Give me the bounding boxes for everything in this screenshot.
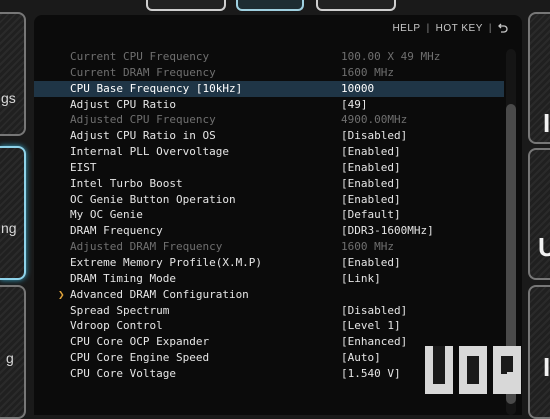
setting-row[interactable]: CPU Base Frequency [10kHz] 10000: [34, 80, 504, 97]
setting-value[interactable]: [49]: [341, 97, 368, 113]
setting-value[interactable]: 10000: [341, 81, 374, 97]
setting-label: Adjust CPU Ratio: [70, 97, 176, 111]
setting-row[interactable]: Vdroop Control [Level 1]: [34, 318, 504, 334]
toolbar-separator: |: [426, 23, 430, 34]
toolbar-separator: |: [488, 23, 492, 34]
setting-label: CPU Base Frequency [10kHz]: [70, 81, 243, 95]
setting-row[interactable]: Spread Spectrum [Disabled]: [34, 303, 504, 319]
setting-value: 4900.00MHz: [341, 113, 408, 127]
setting-value[interactable]: [Enabled]: [341, 192, 401, 208]
setting-value: 100.00 X 49 MHz: [341, 50, 441, 63]
setting-row[interactable]: Intel Turbo Boost [Enabled]: [34, 176, 504, 192]
setting-value[interactable]: [DDR3-1600MHz]: [341, 223, 434, 239]
left-panel-2-label: ng: [1, 220, 17, 236]
setting-label: CPU Core OCP Expander: [70, 335, 210, 349]
setting-value: 1600 MHz: [341, 65, 394, 79]
setting-label: Spread Spectrum: [70, 303, 170, 317]
setting-value[interactable]: [Enabled]: [341, 255, 401, 271]
setting-value[interactable]: [Auto]: [341, 350, 381, 366]
setting-value[interactable]: [Enabled]: [341, 144, 401, 160]
setting-label: DRAM Timing Mode: [70, 271, 176, 285]
top-tab-left[interactable]: [146, 0, 226, 11]
left-panel-3-label: g: [6, 350, 14, 366]
site-logo: [425, 346, 521, 394]
left-menu-panel-2-active[interactable]: [0, 146, 26, 280]
setting-value[interactable]: [Default]: [341, 207, 401, 223]
setting-value[interactable]: [1.540 V]: [341, 366, 401, 382]
hot-key-button[interactable]: HOT KEY: [436, 23, 483, 36]
left-panel-1-label: gs: [1, 90, 16, 106]
setting-value[interactable]: [Disabled]: [341, 128, 407, 144]
right-panel-2-label: U: [538, 232, 550, 262]
setting-label: CPU Core Voltage: [70, 366, 176, 380]
setting-row[interactable]: My OC Genie [Default]: [34, 207, 504, 223]
setting-label: Adjust CPU Ratio in OS: [70, 129, 216, 143]
setting-label: Extreme Memory Profile(X.M.P): [70, 255, 263, 269]
top-tab-right[interactable]: [316, 0, 396, 11]
setting-row[interactable]: DRAM Frequency [DDR3-1600MHz]: [34, 223, 504, 239]
setting-label: DRAM Frequency: [70, 224, 163, 238]
setting-row[interactable]: DRAM Timing Mode [Link]: [34, 271, 504, 287]
right-panel-3-label: I: [543, 352, 550, 382]
setting-value[interactable]: [Enhanced]: [341, 334, 407, 350]
left-menu-panel-1[interactable]: [0, 12, 26, 136]
setting-row[interactable]: Extreme Memory Profile(X.M.P) [Enabled]: [34, 255, 504, 271]
setting-value[interactable]: [Enabled]: [341, 160, 401, 176]
setting-row[interactable]: Adjust CPU Ratio [49]: [34, 97, 504, 113]
setting-row[interactable]: OC Genie Button Operation [Enabled]: [34, 192, 504, 208]
setting-row[interactable]: Internal PLL Overvoltage [Enabled]: [34, 144, 504, 160]
setting-value: 1600 MHz: [341, 240, 394, 254]
submenu-arrow-icon: ❯: [58, 287, 65, 301]
submenu-row[interactable]: ❯ Advanced DRAM Configuration: [34, 287, 504, 303]
setting-label: Vdroop Control: [70, 319, 163, 333]
setting-label: EIST: [70, 160, 97, 174]
setting-label: Intel Turbo Boost: [70, 176, 183, 190]
setting-row[interactable]: EIST [Enabled]: [34, 160, 504, 176]
setting-label: OC Genie Button Operation: [70, 192, 236, 206]
setting-row: Current DRAM Frequency 1600 MHz: [34, 65, 504, 81]
setting-row: Adjusted DRAM Frequency 1600 MHz: [34, 239, 504, 255]
setting-label: Adjusted CPU Frequency: [70, 113, 216, 127]
setting-label: Current CPU Frequency: [70, 50, 210, 63]
settings-list: Current CPU Frequency 100.00 X 49 MHz Curr…: [34, 49, 504, 382]
help-button[interactable]: HELP: [392, 23, 420, 36]
top-tab-active[interactable]: [236, 0, 304, 11]
setting-row[interactable]: Adjust CPU Ratio in OS [Disabled]: [34, 128, 504, 144]
setting-value[interactable]: [Link]: [341, 271, 381, 287]
back-arrow-icon[interactable]: [498, 23, 508, 36]
setting-value[interactable]: [Enabled]: [341, 176, 401, 192]
right-panel-1-label: I: [543, 108, 550, 138]
setting-value[interactable]: [Disabled]: [341, 303, 407, 319]
setting-label: Current DRAM Frequency: [70, 65, 216, 79]
setting-label: Internal PLL Overvoltage: [70, 145, 229, 159]
setting-label: Adjusted DRAM Frequency: [70, 240, 223, 254]
setting-row: Adjusted CPU Frequency 4900.00MHz: [34, 112, 504, 128]
setting-label: Advanced DRAM Configuration: [70, 287, 249, 301]
setting-row: Current CPU Frequency 100.00 X 49 MHz: [34, 49, 504, 65]
setting-label: My OC Genie: [70, 208, 143, 222]
setting-label: CPU Core Engine Speed: [70, 351, 210, 365]
setting-value[interactable]: [Level 1]: [341, 318, 401, 334]
top-toolbar: HELP | HOT KEY |: [392, 23, 508, 36]
